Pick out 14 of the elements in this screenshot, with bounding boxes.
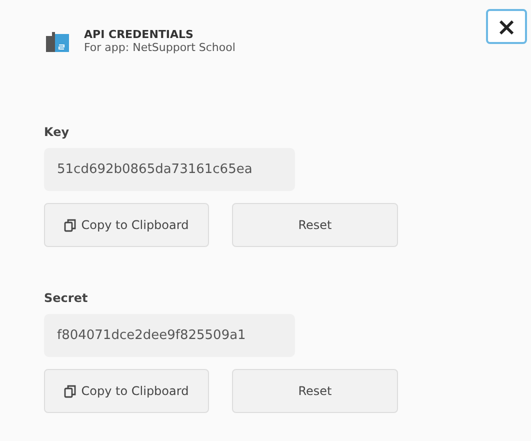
reset-button[interactable]: Reset (232, 369, 398, 413)
copy-button[interactable]: Copy to Clipboard (44, 369, 209, 413)
copy-icon (64, 218, 76, 232)
app-logo-icon (44, 30, 70, 52)
value-field[interactable]: 51cd692b0865da73161c65ea (44, 148, 295, 191)
copy-button[interactable]: Copy to Clipboard (44, 203, 209, 247)
close-button[interactable]: × (486, 9, 527, 44)
field-label: Secret (44, 291, 89, 307)
reset-button[interactable]: Reset (232, 203, 398, 247)
copy-icon (64, 384, 76, 398)
field-label: Key (44, 125, 70, 141)
dialog-title: API CREDENTIALS (84, 28, 194, 41)
value-field[interactable]: f804071dce2dee9f825509a1 (44, 314, 295, 357)
app-name-subtitle: For app: NetSupport School (84, 41, 236, 54)
